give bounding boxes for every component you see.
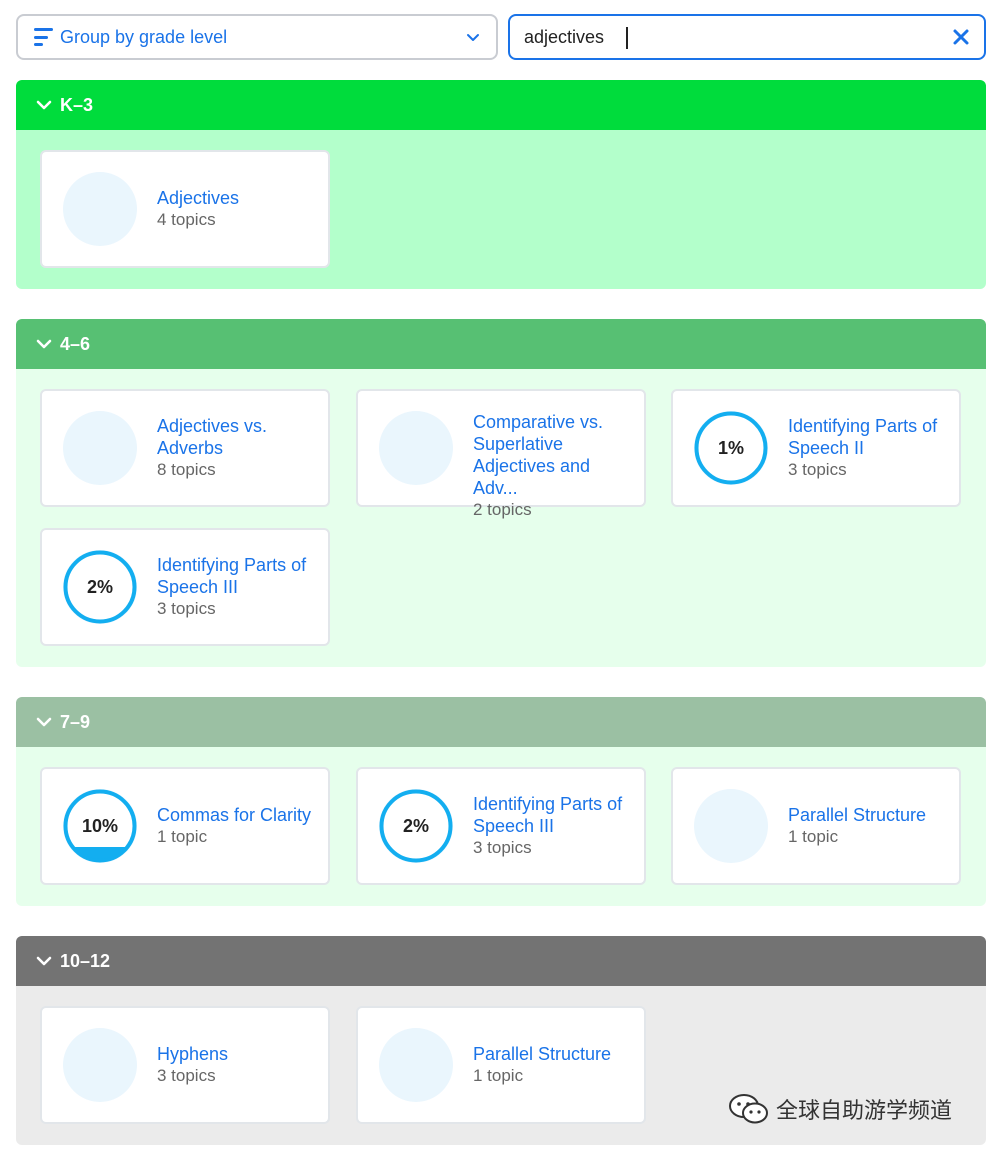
watermark-text: 全球自助游学频道 [776, 1099, 953, 1124]
progress-percent: 1% [713, 437, 748, 459]
top-controls: Group by grade level [16, 14, 986, 60]
topic-card[interactable]: 2% Identifying Parts of Speech III 3 top… [40, 528, 330, 646]
topic-count: 3 topics [157, 1066, 216, 1085]
progress-circle [63, 411, 137, 485]
topic-name: Hyphens [157, 1044, 229, 1064]
topic-name: Commas for Clarity [157, 805, 312, 825]
progress-circle: 2% [379, 789, 453, 863]
chevron-down-icon [36, 339, 52, 349]
progress-circle [63, 1028, 137, 1102]
search-field[interactable] [508, 14, 986, 60]
progress-circle: 10% [63, 789, 137, 863]
sort-lines-icon [34, 28, 54, 46]
section-header-10-12[interactable]: 10–12 [16, 936, 986, 986]
topic-card[interactable]: 10% Commas for Clarity 1 topic [40, 767, 330, 885]
section-title: 7–9 [60, 711, 91, 732]
section-body: Adjectives 4 topics [16, 130, 986, 289]
progress-circle [694, 789, 768, 863]
topic-card[interactable]: 2% Identifying Parts of Speech III 3 top… [356, 767, 646, 885]
group-by-label: Group by grade level [60, 26, 228, 47]
clear-search-icon[interactable] [952, 28, 970, 46]
progress-percent: 2% [398, 815, 433, 837]
progress-circle: 2% [63, 550, 137, 624]
section-header-4-6[interactable]: 4–6 [16, 319, 986, 369]
topic-name: Comparative vs. Superlative Adjectives a… [473, 412, 604, 498]
chevron-down-icon [36, 717, 52, 727]
progress-circle [63, 172, 137, 246]
section-header-k-3[interactable]: K–3 [16, 80, 986, 130]
section-header-7-9[interactable]: 7–9 [16, 697, 986, 747]
topic-name: Parallel Structure [473, 1044, 612, 1064]
chevron-down-icon [36, 956, 52, 966]
topic-card[interactable]: Adjectives vs. Adverbs 8 topics [40, 389, 330, 507]
topic-count: 2 topics [473, 500, 532, 519]
section-title: 4–6 [60, 333, 91, 354]
topic-name: Parallel Structure [788, 805, 927, 825]
topic-count: 3 topics [157, 599, 216, 618]
topic-count: 1 topic [473, 1066, 524, 1085]
progress-circle [379, 411, 453, 485]
section-body: Adjectives vs. Adverbs 8 topics Comparat… [16, 369, 986, 667]
text-caret [626, 27, 628, 49]
topic-card[interactable]: Comparative vs. Superlative Adjectives a… [356, 389, 646, 519]
topic-name: Adjectives [157, 188, 240, 208]
topic-name: Identifying Parts of Speech II [788, 416, 938, 458]
section-body: 10% Commas for Clarity 1 topic 2% Identi… [16, 747, 986, 906]
topic-count: 3 topics [473, 838, 532, 857]
progress-percent: 2% [82, 576, 117, 598]
section-k-3: K–3 Adjectives 4 topics [16, 80, 986, 289]
topic-card[interactable]: Parallel Structure 1 topic [671, 767, 961, 885]
topic-card[interactable]: Adjectives 4 topics [40, 150, 330, 268]
progress-circle: 1% [694, 411, 768, 485]
watermark: 全球自助游学频道 [728, 1092, 952, 1126]
topic-card[interactable]: Parallel Structure 1 topic [356, 1006, 646, 1124]
wechat-icon [729, 1094, 768, 1124]
topic-card[interactable]: 1% Identifying Parts of Speech II 3 topi… [671, 389, 961, 507]
topic-card[interactable]: Hyphens 3 topics [40, 1006, 330, 1124]
section-title: K–3 [60, 94, 94, 115]
section-7-9: 7–9 10% Commas for Clarity 1 topic 2% Id… [16, 697, 986, 906]
topic-count: 1 topic [788, 827, 839, 846]
topic-count: 4 topics [157, 210, 216, 229]
section-title: 10–12 [60, 950, 111, 971]
topic-count: 3 topics [788, 460, 847, 479]
topic-count: 8 topics [157, 460, 216, 479]
search-input[interactable] [524, 26, 952, 48]
progress-circle [379, 1028, 453, 1102]
topic-name: Identifying Parts of Speech III [473, 794, 623, 836]
progress-percent: 10% [77, 815, 123, 837]
section-4-6: 4–6 Adjectives vs. Adverbs 8 topics Comp… [16, 319, 986, 667]
topic-name: Identifying Parts of Speech III [157, 555, 307, 597]
chevron-down-icon [467, 34, 479, 41]
group-by-dropdown[interactable]: Group by grade level [16, 14, 498, 60]
topic-count: 1 topic [157, 827, 208, 846]
topic-name: Adjectives vs. Adverbs [157, 416, 268, 458]
chevron-down-icon [36, 100, 52, 110]
